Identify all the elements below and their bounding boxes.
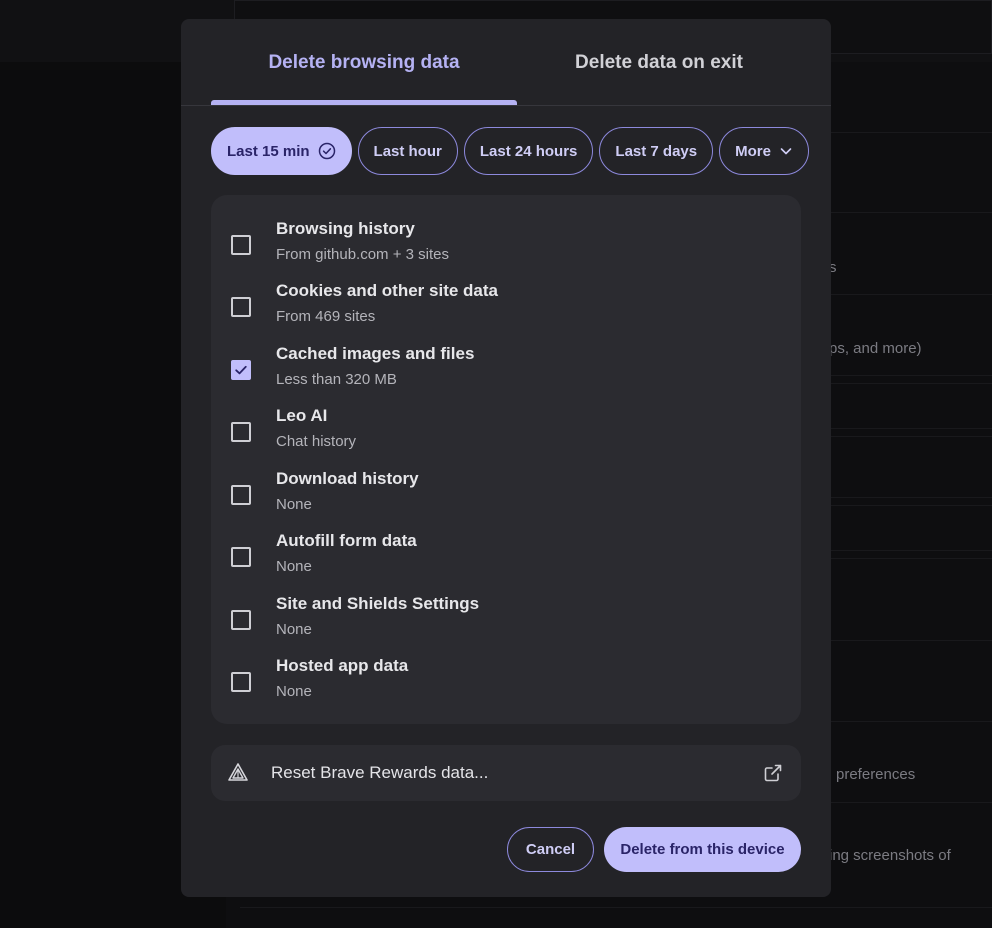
tabs-divider [181,105,831,106]
option-title: Site and Shields Settings [276,594,480,613]
checkbox[interactable] [231,422,251,442]
background-divider [240,907,992,908]
option-hosted-app-data[interactable]: Hosted app data None [211,656,801,718]
delete-from-device-button[interactable]: Delete from this device [604,827,801,872]
option-subtitle: Less than 320 MB [276,371,397,388]
checkbox[interactable] [231,672,251,692]
background-text: preferences [836,766,916,783]
checkbox[interactable] [231,235,251,255]
checkbox-checked[interactable] [231,360,251,380]
dialog-tabs: Delete browsing data Delete data on exit [211,19,801,107]
checkmark-icon [235,365,247,375]
option-title: Autofill form data [276,531,417,550]
option-subtitle: From 469 sites [276,308,376,325]
option-subtitle: None [276,621,312,638]
option-title: Download history [276,469,419,488]
option-subtitle: From github.com + 3 sites [276,246,449,263]
chip-label: Last hour [373,142,442,160]
option-title: Hosted app data [276,656,409,675]
option-subtitle: None [276,558,312,575]
cancel-button[interactable]: Cancel [507,827,594,872]
option-cached-images[interactable]: Cached images and files Less than 320 MB [211,344,801,406]
data-type-list: Browsing history From github.com + 3 sit… [211,195,801,724]
option-cookies[interactable]: Cookies and other site data From 469 sit… [211,281,801,343]
chip-last-hour[interactable]: Last hour [357,127,458,175]
chip-label: More [735,142,771,160]
time-range-chips: Last 15 min Last hour Last 24 hours Last… [211,127,809,175]
chevron-down-icon [779,144,793,158]
option-title: Leo AI [276,406,328,425]
chip-more[interactable]: More [719,127,809,175]
chip-label: Last 24 hours [479,142,578,160]
option-subtitle: None [276,683,312,700]
option-title: Browsing history [276,219,415,238]
option-title: Cookies and other site data [276,281,498,300]
chip-label: Last 7 days [615,142,698,160]
option-subtitle: None [276,496,312,513]
reset-rewards-label: Reset Brave Rewards data... [271,763,489,782]
checkbox[interactable] [231,297,251,317]
chip-label: Last 15 min [227,142,310,160]
option-subtitle: Chat history [276,433,357,450]
background-text: ing screenshots of [829,847,951,864]
option-title: Cached images and files [276,344,475,363]
reset-brave-rewards-row[interactable]: Reset Brave Rewards data... [211,745,801,801]
external-link-icon[interactable] [763,763,783,788]
background-text: ps, and more) [829,340,922,357]
checkbox[interactable] [231,485,251,505]
checkbox[interactable] [231,547,251,567]
chip-last-15-min[interactable]: Last 15 min [211,127,352,175]
chip-last-24-hours[interactable]: Last 24 hours [463,127,594,175]
chip-last-7-days[interactable]: Last 7 days [599,127,714,175]
tab-delete-data-on-exit[interactable]: Delete data on exit [517,19,801,107]
option-leo-ai[interactable]: Leo AI Chat history [211,406,801,468]
option-download-history[interactable]: Download history None [211,469,801,531]
option-site-shields-settings[interactable]: Site and Shields Settings None [211,594,801,656]
delete-browsing-data-dialog: Delete browsing data Delete data on exit… [181,19,831,897]
option-browsing-history[interactable]: Browsing history From github.com + 3 sit… [211,219,801,281]
brave-rewards-icon [227,761,249,788]
checkbox[interactable] [231,610,251,630]
option-autofill[interactable]: Autofill form data None [211,531,801,593]
tab-delete-browsing-data[interactable]: Delete browsing data [211,19,517,107]
check-circle-icon [318,142,336,160]
